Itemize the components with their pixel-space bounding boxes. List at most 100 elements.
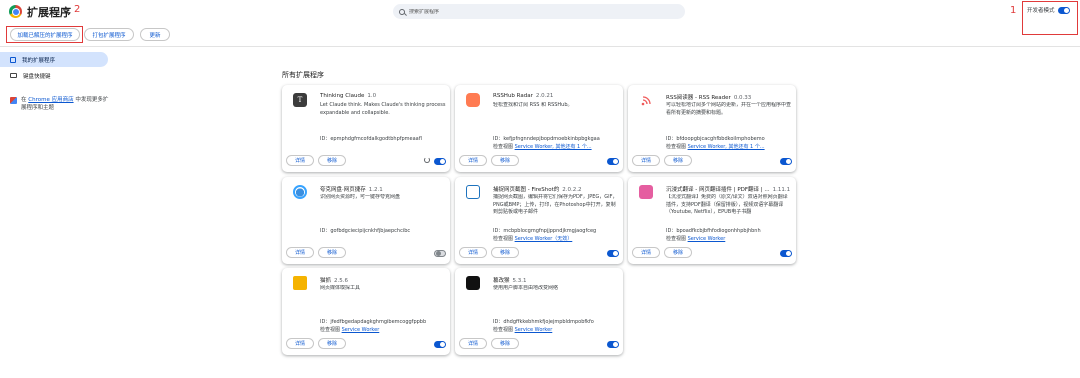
remove-button[interactable]: 移除	[664, 155, 692, 166]
extension-name: Thinking Claude 1.0	[320, 93, 377, 99]
dev-mode-toggle[interactable]	[1057, 6, 1070, 14]
extension-name: 篡改猴 5.3.1	[493, 278, 527, 284]
section-title: 所有扩展程序	[282, 71, 324, 79]
details-button[interactable]: 详情	[286, 155, 314, 166]
extension-version: 2.0.21	[535, 93, 554, 99]
extension-card: RSS阅读器 - RSS Reader 0.0.33 可以轻松地订阅多个网站的更新，…	[628, 85, 796, 172]
extension-card: 篡改猴 5.3.1 使用用户脚本自由地改变网络 ID：dhdgffkkebhmkfjo…	[455, 268, 623, 355]
sidebar-item-keyboard-shortcuts[interactable]: 键盘快捷键	[0, 68, 108, 83]
extension-id: ID：jfedfbgedapdagkghmgibemcoggfppbb	[320, 319, 427, 325]
extension-version: 1.2.1	[368, 187, 383, 193]
extension-version: 1.0	[367, 93, 377, 99]
service-worker-link[interactable]: Service Worker	[342, 327, 380, 333]
remove-button[interactable]: 移除	[491, 247, 519, 258]
service-worker-link[interactable]: Service Worker, 其他还有 1 个...	[688, 144, 765, 150]
extension-card: T Thinking Claude 1.0 Let Claude think. Mak…	[282, 85, 450, 172]
search-input[interactable]	[409, 8, 669, 15]
rss-reader-icon	[639, 93, 653, 107]
update-button[interactable]: 更新	[140, 28, 170, 41]
details-button[interactable]: 详情	[632, 247, 660, 258]
dev-mode-label: 开发者模式	[1027, 8, 1055, 14]
extension-name: RSS阅读器 - RSS Reader 0.0.33	[666, 95, 752, 101]
details-button[interactable]: 详情	[459, 247, 487, 258]
page-title: 扩展程序	[27, 6, 71, 19]
extension-description: 可以轻松地订阅多个网站的更新，并在一个应用程序中查看所有更新的摘要和标题。	[666, 102, 792, 116]
details-button[interactable]: 详情	[632, 155, 660, 166]
search-icon	[399, 8, 405, 15]
extension-enable-toggle[interactable]	[434, 250, 446, 257]
inspect-views: 检查视图 Service Worker（无效）	[493, 236, 573, 242]
extension-card: RSSHub Radar 2.0.21 轻松查找和订阅 RSS 和 RSSHub。 I…	[455, 85, 623, 172]
service-worker-link[interactable]: Service Worker, 其他还有 1 个...	[515, 144, 592, 150]
extension-version: 1.11.1	[772, 187, 791, 193]
annotation-1: 1	[1010, 5, 1017, 16]
annotation-2: 2	[74, 4, 81, 15]
web-store-text: 在 Chrome 应用商店 中发现更多扩展程序和主题	[21, 97, 109, 111]
details-button[interactable]: 详情	[286, 338, 314, 349]
toolbar-divider	[0, 46, 1080, 47]
extension-enable-toggle[interactable]	[434, 158, 446, 165]
web-store-link[interactable]: Chrome 应用商店	[28, 97, 73, 103]
extension-id: ID：kefjpfngnndepjbopdmoebkinbpbgkgaa	[493, 136, 600, 142]
immersive-translate-icon	[639, 185, 653, 199]
details-button[interactable]: 详情	[459, 155, 487, 166]
extension-name: 捕捉网页截图 - FireShot的 2.0.2.2	[493, 187, 582, 193]
sidebar-item-my-extensions[interactable]: 我的扩展程序	[0, 52, 108, 67]
extension-card: 夸克网盘·网页捷存 1.2.1 识别网页资源时，可一键存夸克网盘 ID：gofbdgc…	[282, 177, 450, 264]
inspect-views: 检查视图 Service Worker	[493, 327, 553, 333]
web-store-note: 在 Chrome 应用商店 中发现更多扩展程序和主题	[10, 96, 110, 112]
cat-catch-icon	[293, 276, 307, 290]
quark-cloud-icon	[293, 185, 307, 199]
extension-description: 捕捉网页截图，编辑并将它们保存为PDF，JPEG，GIF，PNG或BMP；上传，…	[493, 194, 618, 215]
reload-icon[interactable]	[424, 157, 430, 163]
details-button[interactable]: 详情	[459, 338, 487, 349]
extension-version: 2.5.6	[334, 278, 349, 284]
extension-description: 轻松查找和订阅 RSS 和 RSSHub。	[493, 102, 573, 108]
dev-mode-toggle-group[interactable]: 开发者模式	[1027, 6, 1070, 14]
extension-name: 猫抓 2.5.6	[320, 278, 349, 284]
extension-id: ID：dhdgffkkebhmkfjojejmpbldmpobfkfo	[493, 319, 594, 325]
remove-button[interactable]: 移除	[318, 155, 346, 166]
extension-card: 捕捉网页截图 - FireShot的 2.0.2.2 捕捉网页截图，编辑并将它们保存…	[455, 177, 623, 264]
fireshot-icon	[466, 185, 480, 199]
puzzle-icon	[10, 56, 16, 63]
load-unpacked-button[interactable]: 加载已解压的扩展程序	[10, 28, 80, 41]
details-button[interactable]: 详情	[286, 247, 314, 258]
search-box[interactable]	[393, 4, 685, 19]
extension-enable-toggle[interactable]	[607, 158, 619, 165]
inspect-views: 检查视图 Service Worker	[666, 236, 726, 242]
extension-enable-toggle[interactable]	[780, 250, 792, 257]
service-worker-link[interactable]: Service Worker	[515, 327, 553, 333]
extension-enable-toggle[interactable]	[607, 341, 619, 348]
extension-description: 【沉浸式翻译】免费的（原文/译文）双语对照网页翻译插件，支持PDF翻译（保留排版…	[666, 194, 788, 215]
extension-description: 识别网页资源时，可一键存夸克网盘	[320, 194, 401, 200]
service-worker-link[interactable]: Service Worker（无效）	[515, 236, 573, 242]
pack-extension-button[interactable]: 打包扩展程序	[84, 28, 134, 41]
extension-card: 沉浸式翻译 - 网页翻译插件 | PDF翻译 | ... 1.11.1 【沉浸式翻译…	[628, 177, 796, 264]
remove-button[interactable]: 移除	[318, 338, 346, 349]
inspect-views: 检查视图 Service Worker, 其他还有 1 个...	[493, 144, 592, 150]
service-worker-link[interactable]: Service Worker	[688, 236, 726, 242]
rsshub-radar-icon	[466, 93, 480, 107]
extension-card: 猫抓 2.5.6 网页媒体嗅探工具 ID：jfedfbgedapdagkghmgibe…	[282, 268, 450, 355]
extension-enable-toggle[interactable]	[780, 158, 792, 165]
sidebar-item-label: 我的扩展程序	[22, 57, 56, 64]
extension-name: RSSHub Radar 2.0.21	[493, 93, 554, 99]
extension-id: ID：gofbdgciecipijcnkhfjbjaepchcibc	[320, 228, 411, 234]
extension-enable-toggle[interactable]	[607, 250, 619, 257]
sidebar-item-label: 键盘快捷键	[23, 73, 51, 80]
extension-description: 网页媒体嗅探工具	[320, 285, 361, 291]
extension-id: ID：mcbpblocgmgfnpjjppndjkmgjaogfceg	[493, 228, 597, 234]
thinking-claude-icon: T	[293, 93, 307, 107]
remove-button[interactable]: 移除	[491, 338, 519, 349]
extension-id: ID：bpoadfkcbjbfhfodiogonhhpbjhbnh	[666, 228, 761, 234]
remove-button[interactable]: 移除	[491, 155, 519, 166]
extension-id: ID：bfdoopgbjcacghfbbdkoilmphobemo	[666, 136, 765, 142]
remove-button[interactable]: 移除	[664, 247, 692, 258]
remove-button[interactable]: 移除	[318, 247, 346, 258]
extension-name: 沉浸式翻译 - 网页翻译插件 | PDF翻译 | ... 1.11.1	[666, 187, 791, 193]
extension-id: ID：epmphdgfmcofdalkgodtbhpfpmeaafl	[320, 136, 422, 142]
extension-enable-toggle[interactable]	[434, 341, 446, 348]
extension-description: Let Claude think. Makes Claude's thinkin…	[320, 102, 446, 116]
extension-version: 5.3.1	[512, 278, 527, 284]
